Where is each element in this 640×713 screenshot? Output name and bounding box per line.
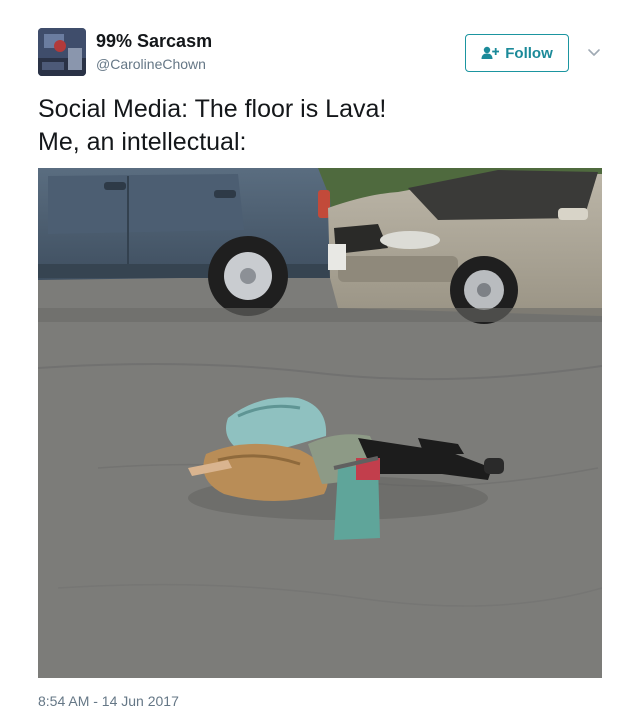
add-user-icon xyxy=(481,46,500,59)
avatar-image xyxy=(38,28,86,76)
tweet-photo-image xyxy=(38,168,602,678)
follow-button-label: Follow xyxy=(505,44,553,62)
follow-button[interactable]: Follow xyxy=(465,34,569,72)
avatar[interactable] xyxy=(38,28,86,76)
tweet-card: 99% Sarcasm @CarolineChown Follow Social… xyxy=(0,0,640,713)
chevron-down-icon xyxy=(588,49,600,56)
user-handle[interactable]: @CarolineChown xyxy=(96,56,206,72)
display-name[interactable]: 99% Sarcasm xyxy=(96,31,212,52)
tweet-text-line-2: Me, an intellectual: xyxy=(38,128,247,156)
tweet-text: Social Media: The floor is Lava! Me, an … xyxy=(38,93,598,159)
tweet-menu-button[interactable] xyxy=(586,46,602,60)
tweet-photo[interactable] xyxy=(38,168,602,678)
tweet-timestamp[interactable]: 8:54 AM - 14 Jun 2017 xyxy=(38,693,179,709)
tweet-text-line-1: Social Media: The floor is Lava! xyxy=(38,95,387,123)
